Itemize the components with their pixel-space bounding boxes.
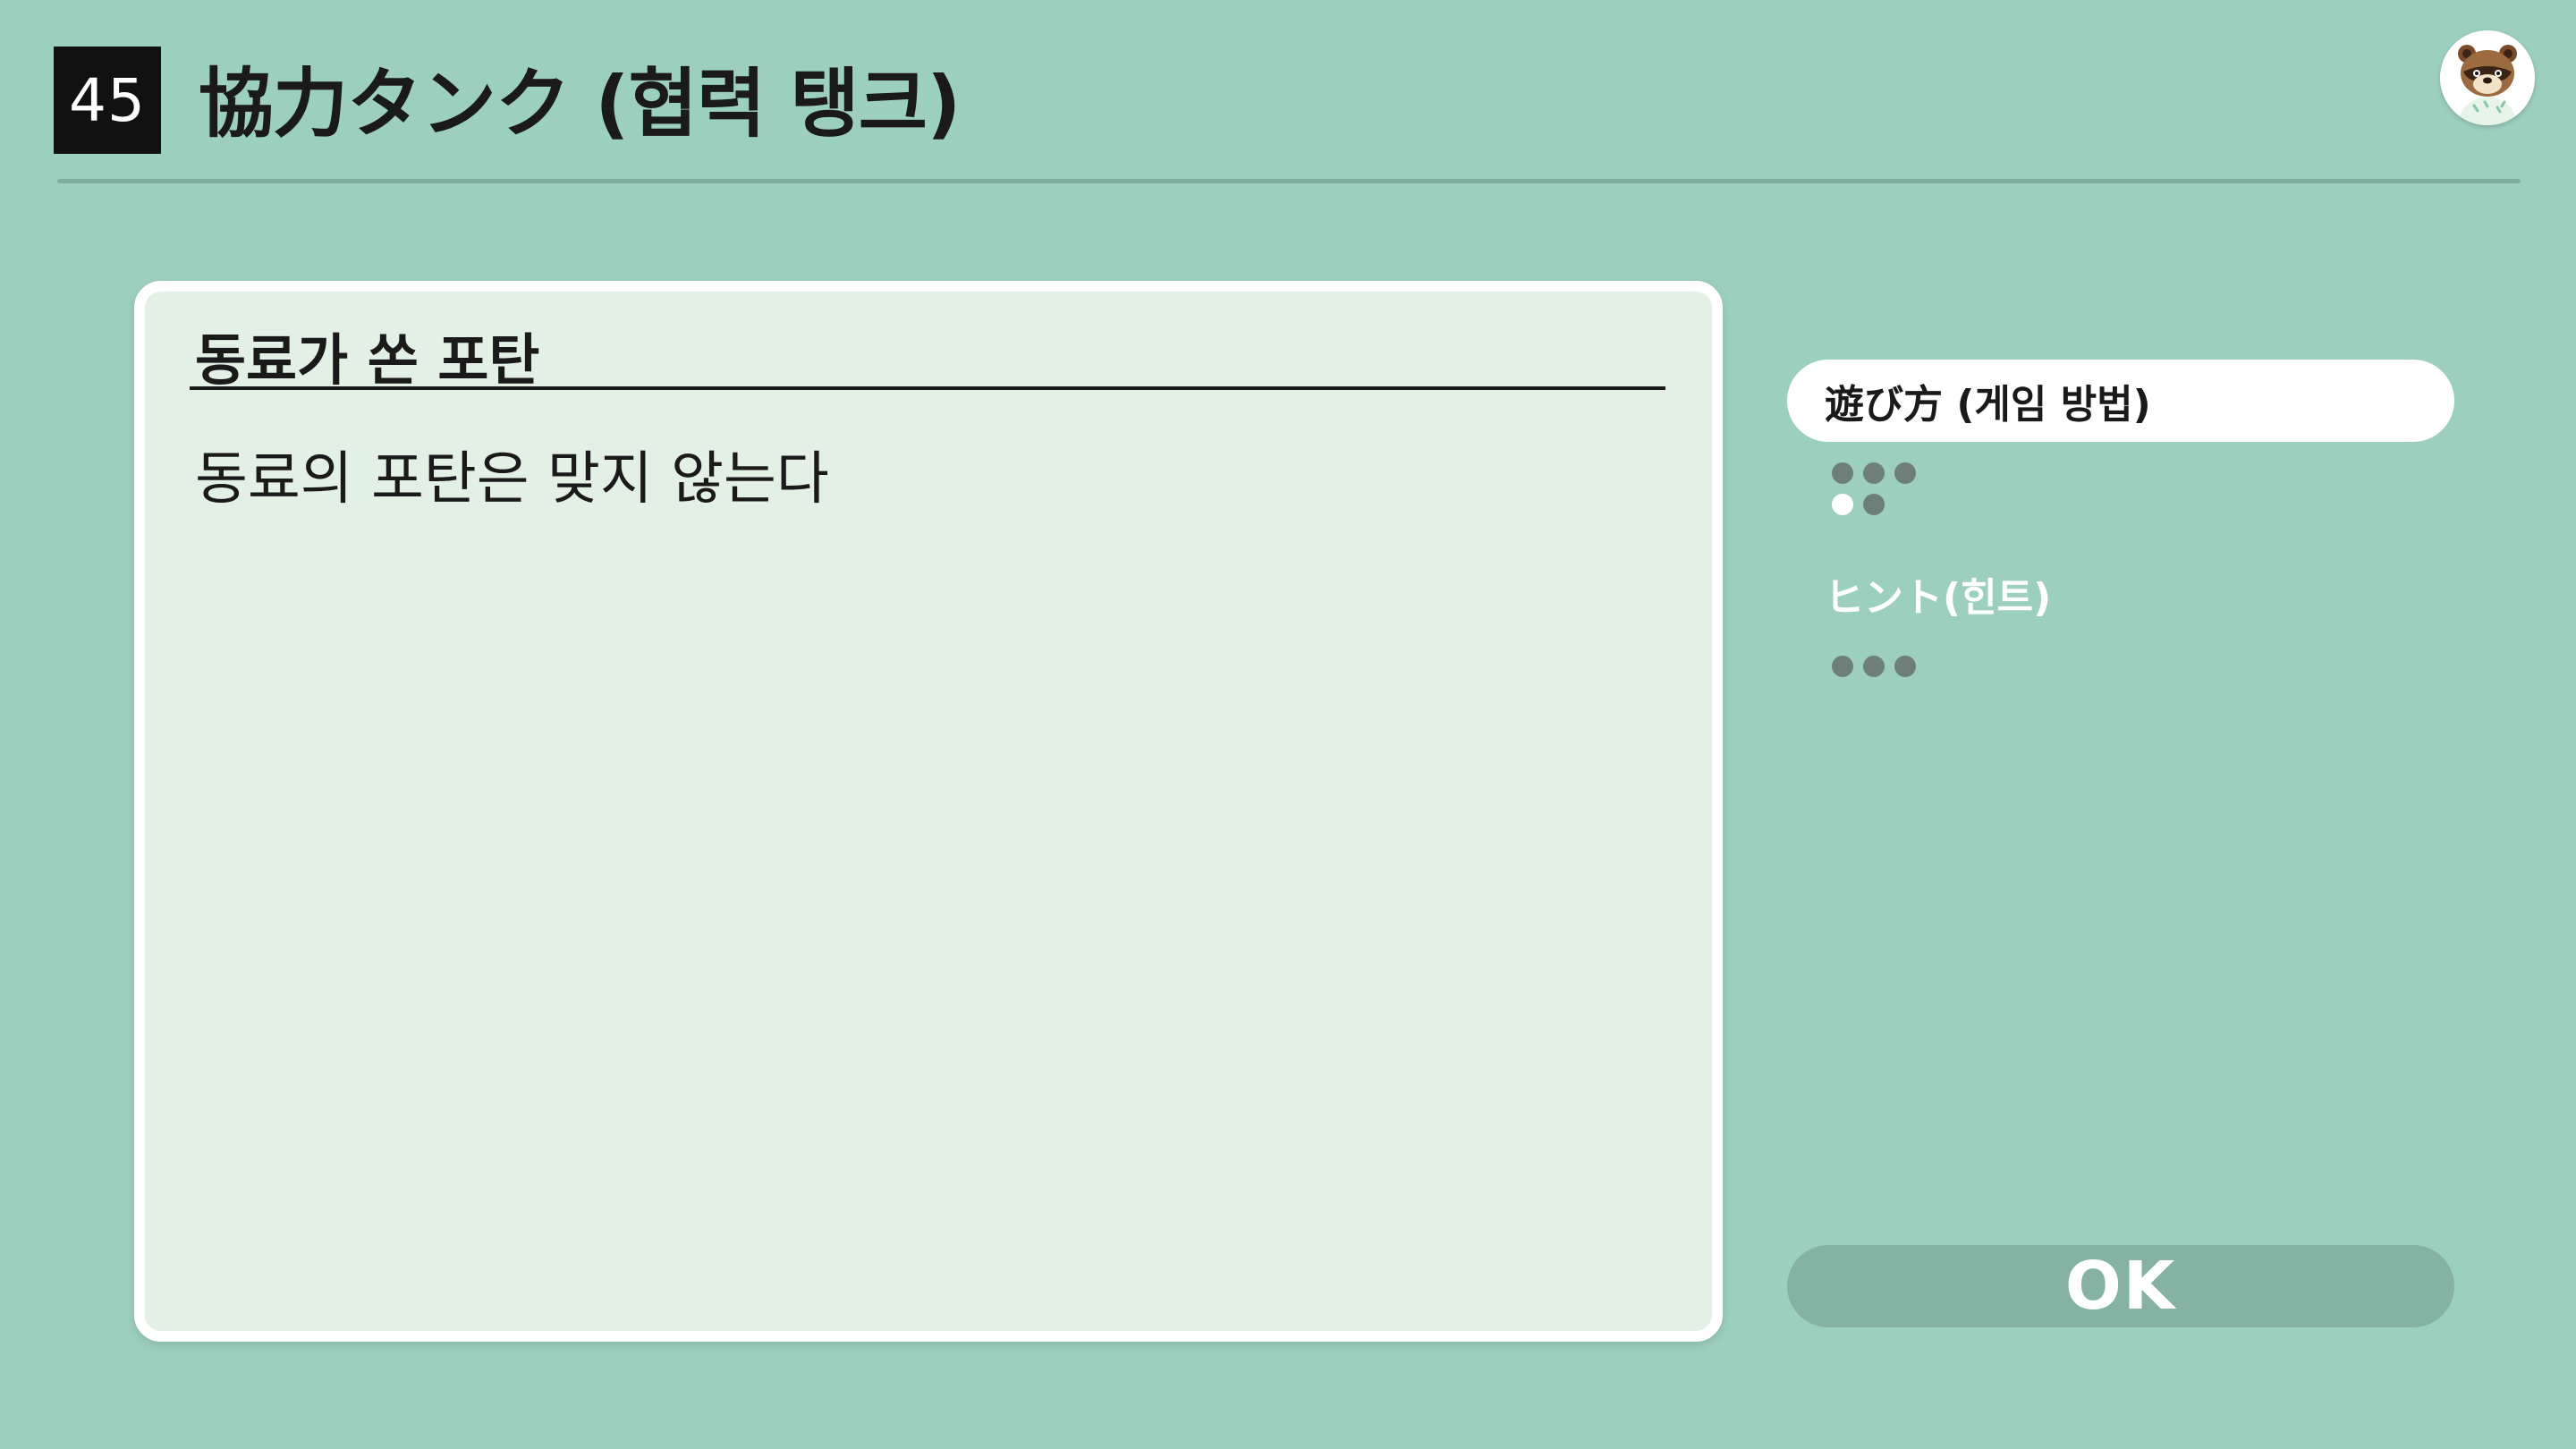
tom-nook-avatar-icon[interactable] bbox=[2440, 30, 2535, 125]
how-to-play-page-dots bbox=[1832, 462, 1930, 515]
game-title: 協力タンク (협력 탱크) bbox=[199, 60, 961, 148]
page-dot bbox=[1863, 462, 1885, 484]
tab-hint[interactable]: ヒント(힌트) bbox=[1787, 553, 2454, 635]
instruction-card: 동료가 쏜 포탄 동료의 포탄은 맞지 않는다 bbox=[134, 281, 1723, 1342]
page-dot bbox=[1863, 494, 1885, 515]
card-heading-underline bbox=[190, 386, 1665, 390]
tab-how-to-play-label: 遊び方 (게임 방법) bbox=[1825, 382, 2151, 428]
ok-button-label: OK bbox=[2064, 1248, 2177, 1325]
page-dot-current bbox=[1832, 494, 1853, 515]
page-dot bbox=[1863, 656, 1885, 677]
game-number: 45 bbox=[69, 65, 146, 135]
tom-nook-avatar-icon-graphic bbox=[2440, 30, 2535, 125]
card-heading: 동료가 쏜 포탄 bbox=[195, 327, 540, 393]
card-body-text: 동료의 포탄은 맞지 않는다 bbox=[195, 446, 829, 513]
page-dot bbox=[1894, 462, 1916, 484]
page-dot bbox=[1832, 462, 1853, 484]
hint-page-dots bbox=[1832, 656, 1930, 677]
page-dot bbox=[1894, 656, 1916, 677]
page-dot bbox=[1832, 656, 1853, 677]
tab-how-to-play[interactable]: 遊び方 (게임 방법) bbox=[1787, 360, 2454, 442]
game-number-badge: 45 bbox=[54, 47, 161, 154]
header-divider bbox=[57, 179, 2521, 183]
ok-button[interactable]: OK bbox=[1787, 1245, 2454, 1327]
tab-hint-label: ヒント(힌트) bbox=[1825, 575, 2052, 621]
